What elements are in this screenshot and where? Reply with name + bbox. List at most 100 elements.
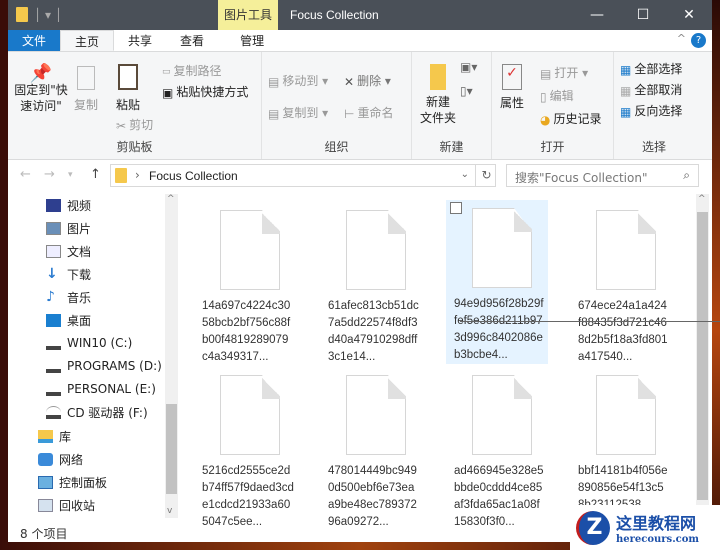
history-button[interactable]: ◕ 历史记录 [540,110,602,127]
tab-home[interactable]: 主页 [60,30,115,51]
nav-item-control-panel[interactable]: 控制面板 [38,472,107,492]
nav-label: PERSONAL (E:) [67,382,156,396]
tab-manage[interactable]: 管理 [226,30,278,51]
watermark-title: 这里教程网 [616,514,697,533]
tab-share[interactable]: 共享 [114,30,166,51]
new-item-button[interactable]: ▣▾ [460,60,477,74]
file-icon-fold [262,210,280,234]
collapse-ribbon-icon[interactable]: ^ [677,32,686,45]
new-folder-button[interactable]: 新建 文件夹 [420,64,456,126]
cut-button[interactable]: ✂ 剪切 [116,116,153,133]
delete-label: 删除 [357,74,382,88]
properties-button[interactable]: ✓ 属性 [500,64,524,111]
nav-label: 网络 [59,452,84,467]
file-icon-fold [514,375,532,399]
scroll-up-icon[interactable]: ^ [167,194,175,204]
search-input[interactable]: 搜索"Focus Collection" ⌕ [506,164,699,187]
help-icon[interactable]: ? [691,33,706,48]
open-group: ✓ 属性 ▤ 打开 ▾ ▯ 编辑 ◕ 历史记录 打开 [492,52,614,159]
drive-icon [46,360,61,373]
edit-button[interactable]: ▯ 编辑 [540,87,574,104]
nav-item-documents[interactable]: 文档 [46,241,91,261]
file-icon-fold [388,210,406,234]
nav-item-libraries[interactable]: 库 [38,426,71,446]
back-icon[interactable]: ← [20,167,31,182]
nav-item-desktop[interactable]: 桌面 [46,310,91,330]
properties-icon: ✓ [502,64,522,90]
select-none-button[interactable]: ▦ 全部取消 [620,81,682,98]
content-scrollbar-thumb[interactable] [697,212,708,500]
copy-to-button[interactable]: ▤ 复制到 ▾ [268,104,328,121]
file-item[interactable]: 478014449bc9490d500ebf6e73eaa9be48ec7893… [320,367,422,531]
select-group: ▦ 全部选择 ▦ 全部取消 ▦ 反向选择 选择 [614,52,694,159]
window-title: Focus Collection [290,8,379,22]
nav-item-drive-c[interactable]: WIN10 (C:) [46,333,132,353]
video-icon [46,198,61,212]
folder-icon [16,7,28,22]
file-item[interactable]: 14a697c4224c3058bcb2bf756c88fb00f4819289… [194,202,296,366]
nav-label: 库 [59,429,72,444]
content-scrollbar[interactable]: ^ [696,194,709,518]
select-all-button[interactable]: ▦ 全部选择 [620,60,682,77]
minimize-button[interactable]: — [574,0,620,30]
nav-item-recycle-bin[interactable]: 回收站 [38,495,95,515]
open-button[interactable]: ▤ 打开 ▾ [540,64,588,81]
close-button[interactable]: ✕ [666,0,712,30]
picture-tools-context: 图片工具 [218,0,278,30]
nav-label: 图片 [67,221,92,236]
tab-file[interactable]: 文件 [8,30,61,51]
clipboard-group-label: 剪贴板 [116,140,153,154]
download-icon: ↓ [46,265,58,282]
nav-item-cd-drive[interactable]: CD 驱动器 (F:) [46,402,148,422]
nav-label: 控制面板 [59,475,108,490]
copy-button[interactable]: 复制 [74,66,98,113]
copy-path-button[interactable]: ▭ 复制路径 [162,62,222,79]
nav-item-network[interactable]: 网络 [38,449,83,469]
address-bar[interactable]: › Focus Collection ⌄ ↻ [110,164,496,187]
recent-locations-icon[interactable]: ▾ [68,170,73,180]
file-item[interactable]: 674ece24a1a424f88435f3d721c468d2b5f18a3f… [570,202,672,366]
address-dropdown-icon[interactable]: ⌄ [461,169,469,180]
file-item-hovered[interactable]: 94e9d956f28b29ffef5e386d211b973d996c8402… [446,200,548,364]
file-item[interactable]: ad466945e328e5bbde0cddd4ce85af3fda65ac1a… [446,367,548,531]
pin-label: 固定到"快速访问" [14,83,68,113]
nav-item-pictures[interactable]: 图片 [46,218,91,238]
breadcrumb-path[interactable]: Focus Collection [149,169,238,183]
nav-label: 回收站 [59,498,96,513]
file-item[interactable]: 61afec813cb51dc7a5dd22574f8df3d40a479102… [320,202,422,366]
easy-access-button[interactable]: ▯▾ [460,84,473,98]
invert-selection-button[interactable]: ▦ 反向选择 [620,102,682,119]
rename-button[interactable]: ⊢ 重命名 [344,104,393,121]
paste-shortcut-button[interactable]: ▣ 粘贴快捷方式 [162,83,248,100]
scroll-down-icon[interactable]: v [167,506,172,516]
customize-toolbar-icon[interactable]: │ ▾ │ [34,8,62,22]
scroll-up-icon[interactable]: ^ [698,194,706,204]
nav-label: WIN10 (C:) [67,336,133,350]
move-to-button[interactable]: ▤ 移动到 ▾ [268,72,328,89]
nav-item-videos[interactable]: 视频 [46,195,91,215]
nav-item-downloads[interactable]: ↓ 下载 [46,264,91,284]
file-item[interactable]: 5216cd2555ce2db74ff57f9daed3cde1cdcd2193… [194,367,296,531]
cd-drive-icon [46,405,61,419]
up-icon[interactable]: ↑ [90,167,101,182]
nav-item-drive-e[interactable]: PERSONAL (E:) [46,379,156,399]
refresh-icon[interactable]: ↻ [475,165,497,186]
file-name: 94e9d956f28b29ffef5e386d211b973d996c8402… [454,298,544,361]
select-checkbox[interactable] [450,202,462,214]
paste-button[interactable]: 粘贴 [116,64,140,113]
delete-button[interactable]: ✕ 删除 ▾ [344,72,391,89]
tab-view[interactable]: 查看 [166,30,218,51]
nav-scrollbar-thumb[interactable] [166,404,177,494]
nav-item-music[interactable]: ♪ 音乐 [46,287,91,307]
nav-scrollbar[interactable]: ^ v [165,194,178,518]
forward-icon[interactable]: → [44,167,55,182]
select-none-label: 全部取消 [634,83,683,97]
move-icon: ▤ [268,74,280,89]
network-icon [38,452,53,466]
pin-quick-access-button[interactable]: 📌 固定到"快速访问" [12,65,70,114]
drive-icon [46,337,61,350]
delete-icon: ✕ [344,74,355,89]
maximize-button[interactable]: ☐ [620,0,666,30]
nav-item-drive-d[interactable]: PROGRAMS (D:) [46,356,162,376]
rename-label: 重命名 [357,106,394,120]
